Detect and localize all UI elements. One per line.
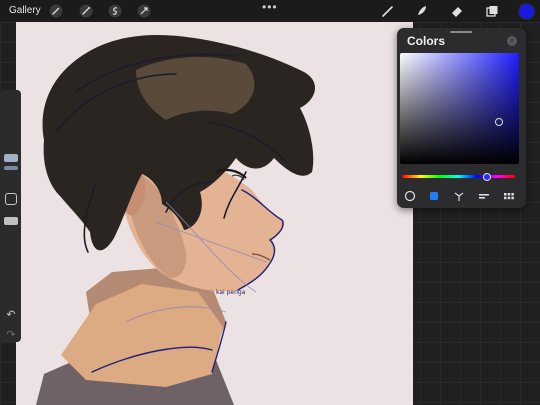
panel-title: Colors [407,34,446,48]
close-icon[interactable]: × [507,36,517,46]
value-tab-icon[interactable] [477,189,491,203]
artist-signature: kai penga [216,289,246,296]
transform-icon[interactable] [136,3,152,19]
hue-slider[interactable] [402,175,515,178]
magic-wand-icon[interactable] [78,3,94,19]
undo-button[interactable]: ↶ [3,308,19,322]
eraser-icon[interactable] [449,3,465,19]
more-options-button[interactable]: ••• [262,1,278,13]
palettes-tab-icon[interactable] [502,189,516,203]
color-picker-cursor[interactable] [495,118,503,126]
brush-size-slider-track[interactable] [4,166,18,170]
redo-button[interactable]: ↷ [3,328,19,342]
gallery-button[interactable]: Gallery [9,5,41,16]
brush-size-slider[interactable] [4,154,18,162]
classic-tab-icon[interactable] [427,189,441,203]
smudge-icon[interactable] [414,3,430,19]
selection-icon[interactable] [107,3,123,19]
harmony-tab-icon[interactable] [452,189,466,203]
layers-icon[interactable] [484,3,500,19]
wrench-icon[interactable] [48,3,64,19]
colors-panel: Colors × [397,28,526,208]
opacity-slider[interactable] [4,217,18,225]
disc-tab-icon[interactable] [403,189,417,203]
brush-icon[interactable] [380,3,396,19]
top-toolbar: Gallery ••• [0,0,540,22]
hue-slider-handle[interactable] [483,173,491,181]
drawing-canvas[interactable]: kai penga [16,22,413,405]
left-sidebar: ↶ ↷ [1,90,21,342]
artwork-illustration: kai penga [36,34,316,405]
panel-grabber[interactable] [450,31,472,33]
saturation-value-picker[interactable] [400,53,519,164]
modify-button[interactable] [5,193,17,205]
current-color-button[interactable] [518,3,535,20]
